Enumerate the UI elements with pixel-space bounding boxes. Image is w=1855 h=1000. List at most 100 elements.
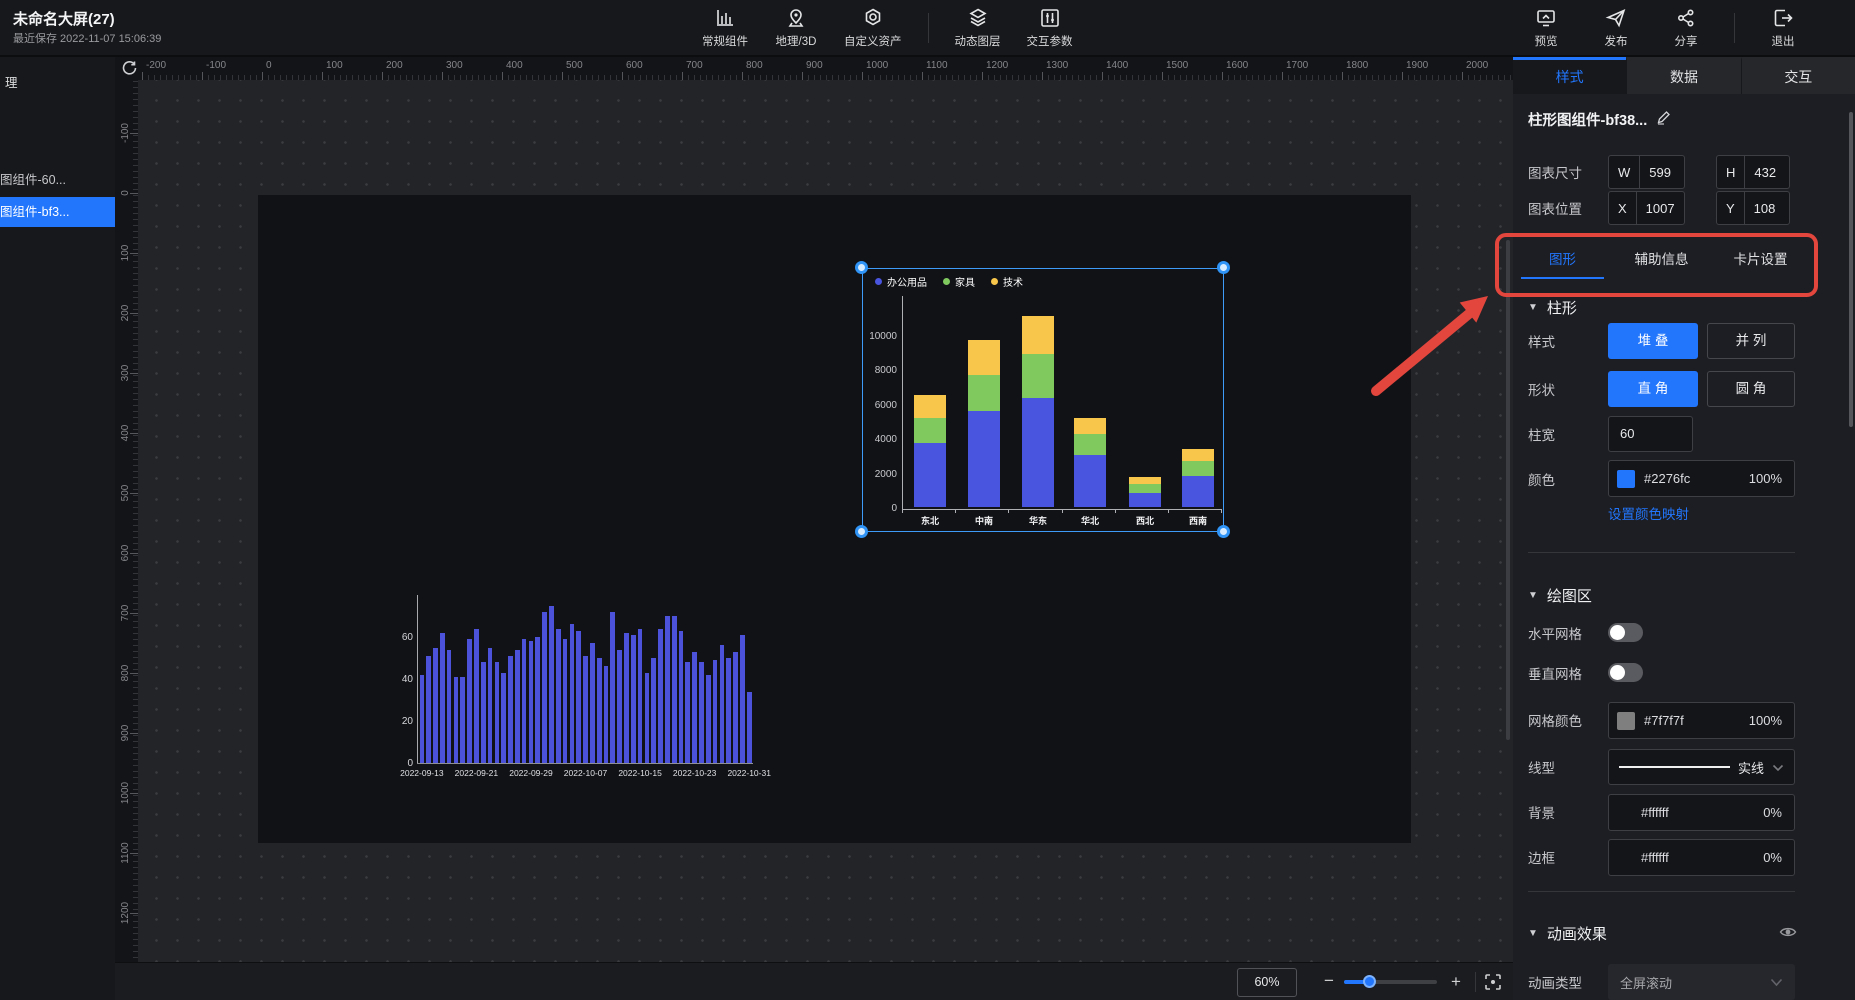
ruler-tick-label: 600 [120,533,134,573]
stacked-bar-chart-selected[interactable]: 办公用品家具技术 0200040006000800010000东北中南华东华北西… [862,268,1224,532]
animation-type-row: 动画类型 全屏滚动 [1513,964,1855,1000]
preview-button[interactable]: 预览 [1524,7,1568,49]
sliders-icon [1039,7,1061,29]
bar-color-label: 颜色 [1528,469,1555,489]
tab-interaction[interactable]: 交互 [1741,57,1855,94]
ruler-major-tick [1162,72,1163,80]
layer-item-2-selected[interactable]: 图组件-bf3... [0,197,115,227]
subtab-card-settings[interactable]: 卡片设置 [1711,247,1810,279]
y-input[interactable]: Y 108 [1716,191,1790,225]
color-mapping-link[interactable]: 设置颜色映射 [1608,503,1689,523]
section-bar-header[interactable]: ▼ 柱形 [1528,297,1577,318]
bar [467,639,472,763]
publish-icon [1605,7,1627,29]
style-side-by-side-button[interactable]: 并 列 [1707,323,1795,359]
y-tick-label: 8000 [863,365,897,376]
zoom-out-button[interactable]: − [1318,968,1340,995]
style-stacked-button[interactable]: 堆 叠 [1608,323,1698,359]
section-title: 柱形 [1547,297,1577,318]
bar-segment [1074,418,1106,433]
category-label: 西北 [1125,514,1165,527]
width-input[interactable]: W 599 [1608,155,1685,189]
toolbar-item-geo3d[interactable]: 地理/3D [774,7,818,49]
grid-color-field[interactable]: #7f7f7f 100% [1608,702,1795,739]
selection-handle-bottom-right[interactable] [1217,525,1230,538]
ruler-tick-label: 200 [120,293,134,333]
bar [692,652,697,763]
color-opacity: 100% [1749,471,1782,486]
sidebar-header-partial: 理 [5,72,18,91]
exit-button[interactable]: 退出 [1761,7,1805,49]
collapse-caret-icon: ▼ [1528,590,1538,601]
section-plot-header[interactable]: ▼ 绘图区 [1528,585,1592,606]
share-button[interactable]: 分享 [1664,7,1708,49]
toolbar-item-dynamic-layers[interactable]: 动态图层 [955,7,1001,49]
fit-to-screen-icon[interactable] [1483,972,1503,997]
daily-bar-chart[interactable]: 02040602022-09-132022-09-212022-09-29202… [395,585,775,790]
horizontal-ruler: -200-10001002003004005006007008009001000… [138,57,1513,80]
toolbar-item-components[interactable]: 常规组件 [702,7,748,49]
ruler-tick-label: -200 [146,60,166,71]
category-label: 西南 [1178,514,1218,527]
zoom-slider[interactable] [1344,980,1437,984]
shape-right-angle-button[interactable]: 直 角 [1608,371,1698,407]
x-input[interactable]: X 1007 [1608,191,1685,225]
bar-color-field[interactable]: #2276fc 100% [1608,460,1795,497]
toolbar-item-custom-assets[interactable]: 自定义资产 [844,7,902,49]
bar [556,629,561,763]
hexagon-asset-icon [862,7,884,29]
ruler-tick-label: 400 [506,60,523,71]
eye-visibility-icon[interactable] [1779,923,1797,946]
subtab-graphic[interactable]: 图形 [1513,247,1612,279]
tab-data[interactable]: 数据 [1626,57,1740,94]
legend-item: 家具 [943,274,975,289]
header-bar: 未命名大屏(27) 最近保存 2022-11-07 15:06:39 常规组件 [0,0,1855,57]
ruler-major-tick [742,72,743,80]
bar [501,673,506,763]
selection-handle-top-left[interactable] [855,261,868,274]
ruler-tick-label: 700 [120,593,134,633]
bar-segment [968,340,1000,375]
v-grid-toggle-off[interactable] [1608,663,1643,682]
ruler-major-tick [682,72,683,80]
bar-segment [1022,354,1054,398]
bar [481,662,486,763]
ruler-tick-label: -100 [206,60,226,71]
y-tick-label: 10000 [863,331,897,342]
legend-item: 技术 [991,274,1023,289]
component-name: 柱形图组件-bf38... [1528,109,1647,130]
legend-dot [991,278,998,285]
layer-item-label: 图组件-60... [0,173,66,187]
bar [426,656,431,763]
section-animation-header[interactable]: ▼ 动画效果 [1528,923,1607,944]
height-input[interactable]: H 432 [1716,155,1790,189]
panel-scrollbar[interactable] [1849,112,1853,427]
reset-view-icon[interactable] [121,59,138,81]
x-axis-tick [902,509,903,513]
bar-color-row: 颜色 #2276fc 100% [1513,460,1855,497]
zoom-level-display[interactable]: 60% [1237,968,1297,997]
x-axis-tick [1221,509,1222,513]
toolbar-item-label: 地理/3D [776,33,817,49]
subtab-auxiliary-info[interactable]: 辅助信息 [1612,247,1711,279]
canvas-scrollbar[interactable] [1506,240,1510,740]
zoom-slider-thumb[interactable] [1363,975,1376,988]
bar-width-input[interactable]: 60 [1608,416,1693,452]
background-color-field[interactable]: #ffffff 0% [1608,794,1795,831]
selection-handle-bottom-left[interactable] [855,525,868,538]
grid-color-label: 网格颜色 [1528,710,1582,730]
toolbar-item-interaction-params[interactable]: 交互参数 [1027,7,1073,49]
selection-handle-top-right[interactable] [1217,261,1230,274]
tab-style[interactable]: 样式 [1513,57,1626,94]
x-prefix: X [1609,201,1636,216]
border-color-field[interactable]: #ffffff 0% [1608,839,1795,876]
publish-button[interactable]: 发布 [1594,7,1638,49]
shape-rounded-button[interactable]: 圆 角 [1707,371,1795,407]
bar [631,635,636,763]
animation-type-dropdown[interactable]: 全屏滚动 [1608,964,1795,1000]
layer-item-1[interactable]: 图组件-60... [0,165,115,195]
zoom-in-button[interactable]: + [1445,968,1467,995]
edit-pencil-icon[interactable] [1656,110,1671,129]
h-grid-toggle-off[interactable] [1608,623,1643,642]
line-type-dropdown[interactable]: 实线 [1608,749,1795,785]
